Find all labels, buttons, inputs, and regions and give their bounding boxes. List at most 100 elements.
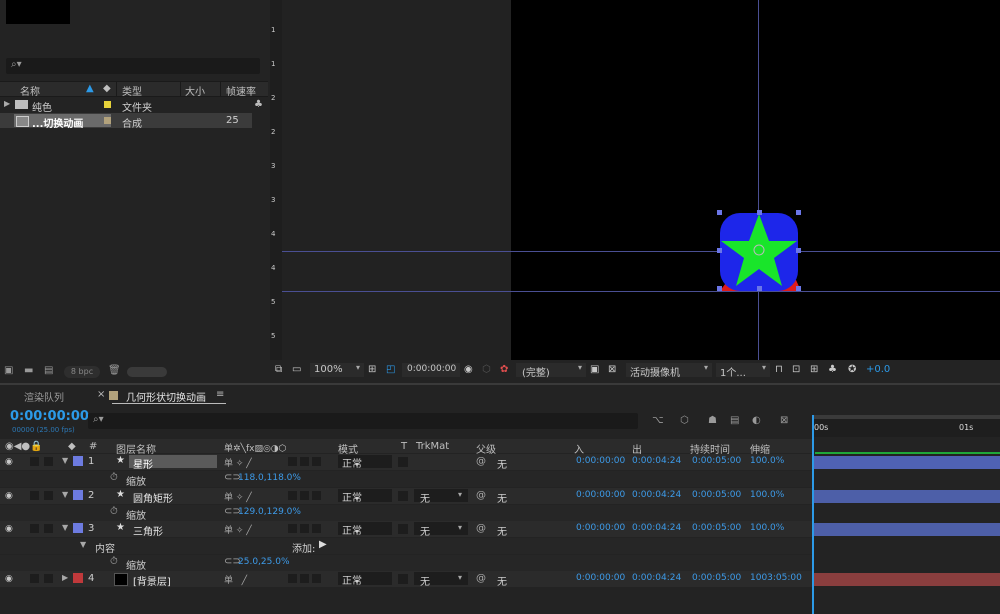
switch-box[interactable] [300, 457, 309, 466]
solo-toggle[interactable] [30, 574, 39, 583]
av-features-icons[interactable]: ◉◀●🔒 [5, 441, 43, 452]
timeline-icon[interactable]: ⊞ [810, 364, 818, 375]
current-time-indicator[interactable] [812, 415, 814, 614]
layer-row[interactable]: ◉ ▼ 3 ★ 三角形 单 ✧ ╱ 正常▾ 无 ▾ @ 无 0:00:00:00… [0, 521, 812, 538]
switch-box[interactable] [312, 574, 321, 583]
expand-arrow-icon[interactable]: ▼ [62, 523, 68, 532]
eye-icon[interactable]: ◉ [5, 574, 13, 584]
work-area-bar[interactable] [812, 415, 1000, 419]
viewer-timecode[interactable]: 0:00:00:00 [402, 363, 460, 377]
out-point[interactable]: 0:00:04:24 [632, 490, 681, 500]
layer-name[interactable]: [背景层] [133, 573, 171, 588]
col-number[interactable]: # [89, 441, 97, 452]
parent-value[interactable]: 无 [497, 490, 507, 505]
layer-row[interactable]: ◉ ▼ 1 ★ 星形 单 ✧ ╱ 正常▾ @ 无 0:00:00:00 0:00… [0, 454, 812, 471]
show-snapshot-icon[interactable]: ⬡ [482, 364, 491, 375]
parent-value[interactable]: 无 [497, 573, 507, 588]
expand-arrow-icon[interactable]: ▶ [4, 99, 10, 108]
switches-icons[interactable]: 单✲╲fx▨◎◑⬡ [224, 441, 287, 454]
transparency-grid-icon[interactable]: ⊠ [608, 364, 616, 375]
expand-arrow-icon[interactable]: ▼ [62, 456, 68, 465]
pick-whip-icon[interactable]: @ [476, 573, 486, 584]
col-t[interactable]: T [401, 441, 407, 452]
current-time-display[interactable]: 0:00:00:00 [10, 409, 89, 424]
reset-exposure-icon[interactable]: ✪ [848, 364, 856, 375]
lock-toggle[interactable] [44, 524, 53, 533]
zoom-select[interactable]: 100% ▾ [310, 363, 364, 377]
mode-select[interactable]: 正常▾ [338, 489, 392, 504]
duration[interactable]: 0:00:05:00 [692, 573, 741, 583]
region-of-interest-icon[interactable]: ▣ [590, 364, 599, 375]
solo-toggle[interactable] [30, 524, 39, 533]
graph-editor-icon[interactable]: ⊠ [780, 415, 788, 426]
views-select[interactable]: 1个... ▾ [716, 363, 770, 379]
time-ruler[interactable]: 00s 01s [812, 415, 1000, 437]
motion-blur-icon[interactable]: ◐ [752, 415, 761, 426]
shy-layers-icon[interactable]: ☗ [708, 415, 717, 426]
layer-switches[interactable]: 单 ✧ ╱ [224, 456, 252, 469]
switch-box[interactable] [312, 524, 321, 533]
project-search-input[interactable]: ⌕▾ [6, 58, 260, 74]
resolution-select[interactable]: (完整) ▾ [516, 363, 586, 379]
color-channel-icon[interactable]: ✿ [500, 364, 508, 375]
fast-preview-icon[interactable]: ⊡ [792, 364, 800, 375]
switch-box[interactable] [300, 524, 309, 533]
tab-render-queue[interactable]: 渲染队列 [24, 389, 64, 404]
toggle-pixel-icon[interactable]: ⊓ [775, 364, 783, 375]
property-group-row[interactable]: ▼ 内容 添加: ▶ [0, 538, 812, 555]
layer-track-bar[interactable] [814, 573, 1000, 586]
out-point[interactable]: 0:00:04:24 [632, 523, 681, 533]
switch-box[interactable] [300, 491, 309, 500]
switch-box[interactable] [300, 574, 309, 583]
switch-box[interactable] [288, 457, 297, 466]
trash-icon[interactable]: 🗑 [108, 365, 121, 376]
switch-box[interactable] [288, 574, 297, 583]
switch-box[interactable] [312, 491, 321, 500]
solo-toggle[interactable] [30, 457, 39, 466]
layer-switches[interactable]: 单 ✧ ╱ [224, 490, 252, 503]
new-folder-icon[interactable]: ▬ [24, 365, 33, 376]
preserve-transparency-toggle[interactable] [398, 524, 408, 534]
label-swatch[interactable] [104, 101, 111, 108]
add-button-icon[interactable]: ▶ [319, 539, 327, 550]
layer-name[interactable]: 三角形 [133, 523, 163, 538]
tab-composition[interactable]: 几何形状切换动画 [126, 389, 206, 404]
label-icon[interactable]: ◆ [68, 441, 76, 452]
eye-icon[interactable]: ◉ [5, 457, 13, 467]
layer-track-bar[interactable] [814, 523, 1000, 536]
label-swatch[interactable] [73, 523, 83, 533]
property-row[interactable]: ⏱ 缩放 ⊂⊃ 129.0,129.0% [0, 505, 812, 522]
interpret-footage-icon[interactable]: ▣ [4, 365, 13, 376]
camera-snapshot-icon[interactable]: ◉ [464, 364, 473, 375]
stretch[interactable]: 1003:05:00 [750, 573, 802, 583]
switch-box[interactable] [288, 491, 297, 500]
always-preview-icon[interactable]: ⧉ [275, 364, 282, 375]
property-row[interactable]: ⏱ 缩放 ⊂⊃ 118.0,118.0% [0, 471, 812, 488]
layer-track-bar[interactable] [814, 490, 1000, 503]
duration[interactable]: 0:00:05:00 [692, 490, 741, 500]
duration[interactable]: 0:00:05:00 [692, 523, 741, 533]
lock-toggle[interactable] [44, 457, 53, 466]
bit-depth-button[interactable]: 8 bpc [64, 366, 100, 378]
expand-arrow-icon[interactable]: ▶ [62, 573, 68, 582]
col-trkmat[interactable]: TrkMat [416, 441, 449, 452]
eye-icon[interactable]: ◉ [5, 524, 13, 534]
guide-line-vertical[interactable] [758, 0, 759, 360]
stretch[interactable]: 100.0% [750, 490, 784, 500]
layer-track-bar[interactable] [814, 456, 1000, 469]
comp-mini-flowchart-icon[interactable]: ⌥ [652, 415, 664, 426]
comp-canvas[interactable] [511, 0, 1000, 360]
label-swatch[interactable] [73, 490, 83, 500]
sort-arrow-icon[interactable]: ▲ [86, 83, 94, 94]
expand-arrow-icon[interactable]: ▼ [80, 540, 86, 549]
flowchart-icon[interactable]: ♣ [828, 364, 837, 375]
footer-scroll[interactable] [127, 367, 167, 377]
in-point[interactable]: 0:00:00:00 [576, 490, 625, 500]
stopwatch-icon[interactable]: ⏱ [110, 472, 118, 483]
panel-menu-icon[interactable]: ≡ [216, 389, 224, 400]
property-value[interactable]: 118.0,118.0% [238, 473, 301, 483]
layer-row[interactable]: ◉ ▶ 4 [背景层] 单 ╱ 正常▾ 无 ▾ @ 无 0:00:00:00 0… [0, 571, 812, 588]
out-point[interactable]: 0:00:04:24 [632, 573, 681, 583]
property-value[interactable]: 25.0,25.0% [238, 557, 290, 567]
layer-name[interactable]: 圆角矩形 [133, 490, 173, 505]
